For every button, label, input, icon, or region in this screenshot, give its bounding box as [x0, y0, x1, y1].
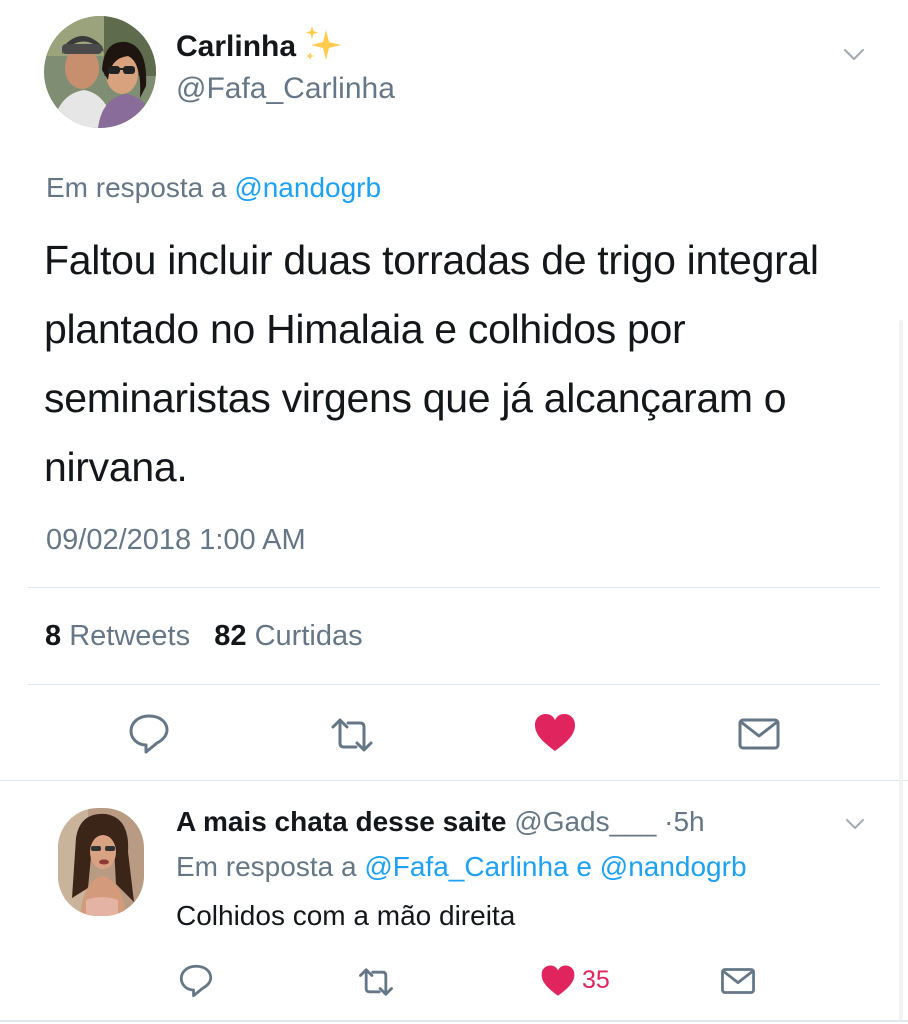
reply-header: A mais chata desse saite @Gads___ ·5h — [176, 806, 705, 838]
heart-icon[interactable] — [540, 963, 576, 999]
author-avatar[interactable] — [44, 16, 156, 128]
tweet-detail-page: Carlinha @Fafa_Carlinha Em resposta a @n… — [0, 0, 908, 1024]
retweet-icon[interactable] — [358, 964, 394, 1000]
sparkles-icon — [306, 26, 341, 60]
reply-to-link[interactable]: @nandogrb — [600, 851, 747, 882]
likes-stat[interactable]: 82 Curtidas — [214, 620, 362, 652]
tweet-text: Faltou incluir duas torradas de trigo in… — [44, 237, 819, 490]
reply-author-avatar[interactable] — [58, 808, 144, 916]
divider — [28, 587, 880, 588]
like-count: 82 — [214, 620, 247, 652]
reply-time-ago[interactable]: 5h — [673, 806, 704, 837]
envelope-icon[interactable] — [720, 963, 756, 999]
author-name[interactable]: Carlinha — [176, 30, 296, 64]
reply-conjunction: e — [576, 851, 592, 882]
reply-to-link[interactable]: @nandogrb — [234, 172, 381, 203]
reply-prefix: Em resposta a — [176, 851, 357, 882]
engagement-stats: 8 Retweets 82 Curtidas — [45, 620, 363, 653]
retweet-count: 8 — [45, 620, 62, 652]
divider — [0, 780, 908, 781]
reply-icon[interactable] — [178, 963, 214, 999]
reply-context: Em resposta a @Fafa_Carlinha e @nandogrb — [176, 851, 747, 883]
reply-tweet-text: Colhidos com a mão direita — [176, 900, 516, 931]
reply-prefix: Em resposta a — [46, 172, 227, 203]
reply-author-handle[interactable]: @Gads___ — [514, 806, 656, 837]
chevron-down-icon[interactable] — [845, 818, 865, 830]
reply-to-link[interactable]: @Fafa_Carlinha — [364, 851, 568, 882]
tweet-timestamp: 09/02/2018 1:00 AM — [46, 524, 306, 556]
chevron-down-icon[interactable] — [843, 48, 865, 62]
retweets-stat[interactable]: 8 Retweets — [45, 620, 190, 652]
reply-icon[interactable] — [127, 712, 171, 756]
retweet-icon[interactable] — [330, 713, 374, 757]
divider — [0, 1020, 908, 1022]
reply-like-count: 35 — [582, 966, 610, 994]
avatar-photo — [58, 808, 144, 916]
divider — [28, 684, 880, 685]
retweet-label: Retweets — [69, 620, 191, 652]
like-label: Curtidas — [254, 620, 363, 652]
reply-context: Em resposta a @nandogrb — [46, 172, 381, 204]
avatar-photo — [44, 16, 156, 128]
author-handle[interactable]: @Fafa_Carlinha — [176, 72, 395, 106]
reply-author-name[interactable]: A mais chata desse saite — [176, 806, 506, 837]
envelope-icon[interactable] — [737, 712, 781, 756]
heart-icon[interactable] — [533, 711, 577, 755]
scrollbar[interactable] — [899, 320, 903, 1020]
